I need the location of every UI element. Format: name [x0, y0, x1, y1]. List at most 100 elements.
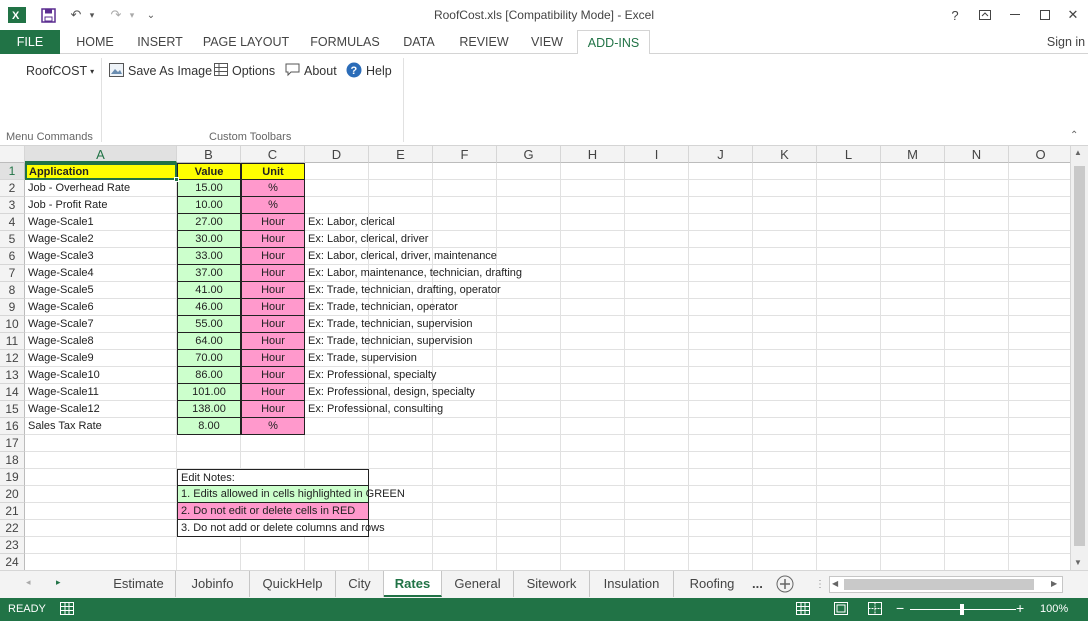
cell[interactable]: [945, 333, 1009, 350]
cell[interactable]: [945, 231, 1009, 248]
cell[interactable]: [1009, 248, 1070, 265]
column-header-b[interactable]: B: [177, 146, 241, 163]
cell[interactable]: [25, 452, 177, 469]
cell[interactable]: [25, 537, 177, 554]
table-header-unit[interactable]: Unit: [241, 163, 305, 180]
row-header[interactable]: 20: [0, 486, 25, 503]
cell[interactable]: [561, 554, 625, 570]
cell[interactable]: [945, 180, 1009, 197]
note-cell[interactable]: Ex: Trade, technician, operator: [305, 299, 685, 316]
cell[interactable]: [1009, 350, 1070, 367]
cell[interactable]: [25, 503, 177, 520]
sheet-tab-jobinfo[interactable]: Jobinfo: [176, 571, 250, 597]
close-icon[interactable]: ✕: [1058, 4, 1088, 26]
cell[interactable]: [753, 503, 817, 520]
cell[interactable]: [177, 452, 241, 469]
cell[interactable]: [433, 180, 497, 197]
cell[interactable]: [689, 350, 753, 367]
cell[interactable]: [881, 299, 945, 316]
cell[interactable]: [241, 452, 305, 469]
cell[interactable]: [753, 282, 817, 299]
cell[interactable]: [817, 537, 881, 554]
unit-cell[interactable]: %: [241, 197, 305, 214]
unit-cell[interactable]: Hour: [241, 333, 305, 350]
row-header[interactable]: 15: [0, 401, 25, 418]
value-cell[interactable]: 10.00: [177, 197, 241, 214]
row-header[interactable]: 23: [0, 537, 25, 554]
cell[interactable]: [1009, 401, 1070, 418]
cell[interactable]: [305, 554, 369, 570]
application-cell[interactable]: Wage-Scale6: [25, 299, 177, 316]
cell[interactable]: [433, 503, 497, 520]
cell[interactable]: [945, 554, 1009, 570]
scroll-left-icon[interactable]: ◀: [832, 579, 838, 588]
row-header[interactable]: 11: [0, 333, 25, 350]
cell[interactable]: [561, 180, 625, 197]
cell[interactable]: [241, 554, 305, 570]
help-ribbon-button[interactable]: ? Help: [346, 61, 392, 81]
cell[interactable]: [433, 537, 497, 554]
cell[interactable]: [1009, 520, 1070, 537]
cell[interactable]: [497, 180, 561, 197]
cell[interactable]: [25, 435, 177, 452]
tab-review[interactable]: REVIEW: [452, 30, 516, 54]
column-header-e[interactable]: E: [369, 146, 433, 163]
cell[interactable]: [881, 265, 945, 282]
more-sheets-button[interactable]: ...: [752, 576, 763, 591]
cell[interactable]: [625, 520, 689, 537]
cell[interactable]: [1009, 554, 1070, 570]
cell[interactable]: [561, 503, 625, 520]
sheet-tab-quickhelp[interactable]: QuickHelp: [250, 571, 336, 597]
cell[interactable]: [25, 554, 177, 570]
cell[interactable]: [881, 384, 945, 401]
cell[interactable]: [497, 469, 561, 486]
cell[interactable]: [1009, 435, 1070, 452]
cell[interactable]: [305, 180, 369, 197]
page-break-view-icon[interactable]: [868, 602, 882, 618]
cell[interactable]: [1009, 163, 1070, 180]
note-cell[interactable]: Ex: Labor, clerical, driver: [305, 231, 685, 248]
cell[interactable]: [817, 248, 881, 265]
cell[interactable]: [1009, 384, 1070, 401]
cell[interactable]: [881, 248, 945, 265]
unit-cell[interactable]: Hour: [241, 299, 305, 316]
sheet-tab-estimate[interactable]: Estimate: [102, 571, 176, 597]
cell[interactable]: [561, 197, 625, 214]
cell[interactable]: [881, 503, 945, 520]
cell[interactable]: [1009, 333, 1070, 350]
cell[interactable]: [369, 163, 433, 180]
application-cell[interactable]: Wage-Scale4: [25, 265, 177, 282]
cell[interactable]: [817, 180, 881, 197]
fill-handle[interactable]: [174, 177, 179, 182]
cell[interactable]: [817, 435, 881, 452]
cell[interactable]: [433, 554, 497, 570]
application-cell[interactable]: Wage-Scale3: [25, 248, 177, 265]
value-cell[interactable]: 15.00: [177, 180, 241, 197]
cell[interactable]: [369, 180, 433, 197]
cell[interactable]: [433, 418, 497, 435]
column-header-g[interactable]: G: [497, 146, 561, 163]
cell[interactable]: [945, 316, 1009, 333]
cell[interactable]: [369, 197, 433, 214]
value-cell[interactable]: 138.00: [177, 401, 241, 418]
edit-note-structure[interactable]: 3. Do not add or delete columns and rows: [177, 520, 385, 537]
cell[interactable]: [753, 418, 817, 435]
cell[interactable]: [689, 537, 753, 554]
cell[interactable]: [689, 452, 753, 469]
cell[interactable]: [497, 418, 561, 435]
cell[interactable]: [1009, 418, 1070, 435]
cell[interactable]: [753, 248, 817, 265]
note-cell[interactable]: Ex: Labor, maintenance, technician, draf…: [305, 265, 685, 282]
cell[interactable]: [881, 282, 945, 299]
column-header-n[interactable]: N: [945, 146, 1009, 163]
cell[interactable]: [817, 214, 881, 231]
unit-cell[interactable]: Hour: [241, 384, 305, 401]
cell[interactable]: [881, 231, 945, 248]
cell[interactable]: [1009, 452, 1070, 469]
roofcost-menu-button[interactable]: RoofCOST ▾: [26, 61, 94, 81]
row-header[interactable]: 16: [0, 418, 25, 435]
cell[interactable]: [625, 452, 689, 469]
vertical-scroll-thumb[interactable]: [1074, 166, 1085, 546]
cell[interactable]: [561, 537, 625, 554]
cell[interactable]: [625, 537, 689, 554]
